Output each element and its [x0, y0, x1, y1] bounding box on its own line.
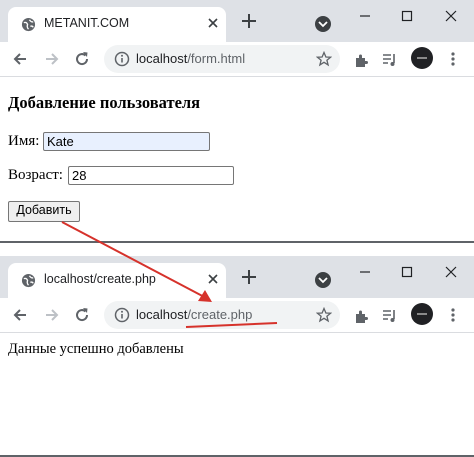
- page-title: Добавление пользователя: [8, 93, 201, 112]
- tab-metanit[interactable]: METANIT.COM: [8, 7, 226, 42]
- name-label: Имя:: [8, 133, 40, 149]
- reload-icon[interactable]: [73, 306, 91, 324]
- globe-icon: [21, 17, 36, 32]
- back-icon[interactable]: [11, 306, 29, 324]
- menu-icon[interactable]: [448, 306, 458, 324]
- tab-title: METANIT.COM: [44, 16, 130, 30]
- name-field[interactable]: Kate: [43, 132, 210, 151]
- back-icon[interactable]: [11, 50, 29, 68]
- avatar[interactable]: [411, 47, 433, 69]
- browser-window-result: localhost/create.php localhost/create.ph…: [0, 256, 474, 457]
- plus-icon[interactable]: [240, 12, 258, 30]
- maximize-icon[interactable]: [397, 264, 417, 280]
- extensions-icon[interactable]: [354, 308, 370, 324]
- url-host: localhost: [136, 307, 188, 322]
- url-text[interactable]: localhost/create.php: [136, 307, 252, 322]
- address-bar[interactable]: localhost/create.php: [104, 301, 340, 329]
- forward-icon[interactable]: [43, 306, 61, 324]
- tab-search-icon[interactable]: [315, 16, 331, 32]
- maximize-icon[interactable]: [397, 8, 417, 24]
- reload-icon[interactable]: [73, 50, 91, 68]
- plus-icon[interactable]: [240, 268, 258, 286]
- age-label: Возраст:: [8, 167, 63, 183]
- url-host: localhost: [136, 51, 188, 66]
- minimize-icon[interactable]: [355, 264, 375, 280]
- browser-window-form: METANIT.COM localhost/form.html Добавлен…: [0, 0, 474, 243]
- close-icon[interactable]: [206, 272, 220, 286]
- minimize-icon[interactable]: [355, 8, 375, 24]
- tab-search-icon[interactable]: [315, 272, 331, 288]
- menu-icon[interactable]: [448, 50, 458, 68]
- close-window-icon[interactable]: [441, 264, 461, 280]
- globe-icon: [21, 273, 36, 288]
- url-path: /form.html: [187, 51, 246, 66]
- address-bar[interactable]: localhost/form.html: [104, 45, 340, 73]
- star-icon[interactable]: [316, 307, 332, 323]
- close-window-icon[interactable]: [441, 8, 461, 24]
- toolbar: localhost/form.html: [0, 42, 474, 77]
- info-icon[interactable]: [114, 51, 130, 67]
- success-message: Данные успешно добавлены: [8, 341, 184, 357]
- url-path: /create.php: [187, 307, 253, 322]
- avatar[interactable]: [411, 303, 433, 325]
- close-icon[interactable]: [206, 16, 220, 30]
- tab-title: localhost/create.php: [44, 272, 156, 286]
- forward-icon[interactable]: [43, 50, 61, 68]
- toolbar: localhost/create.php: [0, 298, 474, 333]
- tab-create[interactable]: localhost/create.php: [8, 263, 226, 298]
- extensions-icon[interactable]: [354, 52, 370, 68]
- media-icon[interactable]: [382, 308, 398, 324]
- info-icon[interactable]: [114, 307, 130, 323]
- tab-strip: localhost/create.php: [0, 256, 474, 298]
- url-text[interactable]: localhost/form.html: [136, 51, 245, 66]
- window-gap: [0, 243, 474, 256]
- star-icon[interactable]: [316, 51, 332, 67]
- age-field[interactable]: 28: [68, 166, 234, 185]
- media-icon[interactable]: [382, 52, 398, 68]
- submit-button[interactable]: Добавить: [8, 201, 80, 222]
- tab-strip: METANIT.COM: [0, 0, 474, 42]
